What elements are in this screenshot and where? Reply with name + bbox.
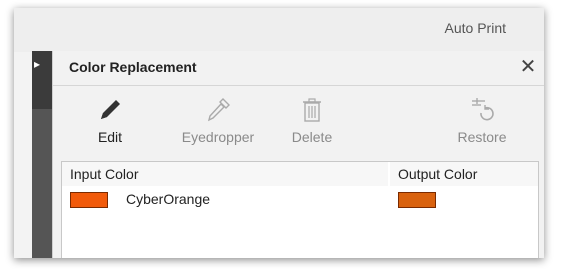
- eyedropper-label: Eyedropper: [181, 129, 255, 145]
- application-window: Auto Print ▸ Color Replacement ✕ Edit Ey…: [14, 8, 544, 258]
- close-button[interactable]: ✕: [517, 55, 539, 77]
- delete-label: Delete: [291, 129, 333, 145]
- output-color-swatch[interactable]: [398, 192, 436, 208]
- table-header: Input Color Output Color: [62, 162, 538, 186]
- pencil-icon: [101, 100, 120, 119]
- edit-label: Edit: [97, 129, 123, 145]
- input-color-name: CyberOrange: [126, 191, 211, 207]
- restore-icon: [472, 98, 494, 121]
- panel-header: Color Replacement ✕: [53, 51, 544, 86]
- side-panel-strip: [32, 109, 52, 258]
- delete-button[interactable]: Delete: [267, 95, 357, 145]
- output-color-header[interactable]: Output Color: [390, 162, 538, 186]
- color-replacement-panel: Color Replacement ✕ Edit Eyedropper Dele…: [52, 51, 544, 258]
- eyedropper-icon: [207, 98, 230, 122]
- color-table: Input Color Output Color CyberOrange: [61, 161, 539, 258]
- input-color-swatch[interactable]: [70, 192, 108, 208]
- restore-button[interactable]: Restore: [437, 95, 527, 145]
- collapsed-side-panel: ▸: [32, 51, 52, 258]
- table-row[interactable]: CyberOrange: [62, 188, 538, 212]
- input-color-header[interactable]: Input Color: [62, 162, 388, 186]
- auto-print-label[interactable]: Auto Print: [445, 20, 506, 36]
- panel-title: Color Replacement: [69, 59, 197, 75]
- edit-button[interactable]: Edit: [65, 95, 155, 145]
- toolbar: Edit Eyedropper Delete Restore: [53, 95, 544, 155]
- expand-arrow-icon[interactable]: ▸: [34, 57, 40, 71]
- eyedropper-button[interactable]: Eyedropper: [173, 95, 263, 145]
- trash-icon: [303, 98, 321, 122]
- restore-label: Restore: [457, 129, 507, 145]
- top-bar: Auto Print: [14, 8, 544, 52]
